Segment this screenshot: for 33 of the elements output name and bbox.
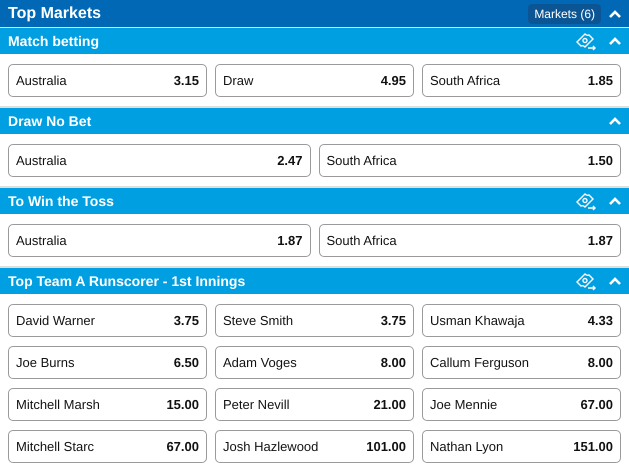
- page-title: Top Markets: [8, 4, 102, 22]
- cash-out-icon[interactable]: [575, 271, 597, 291]
- odds-button[interactable]: Josh Hazlewood 101.00: [215, 430, 414, 463]
- odds-button[interactable]: Draw 4.95: [215, 64, 414, 97]
- collapse-icon[interactable]: [609, 37, 621, 45]
- odds-button[interactable]: South Africa 1.85: [422, 64, 621, 97]
- odds-button[interactable]: Joe Mennie 67.00: [422, 388, 621, 421]
- collapse-icon[interactable]: [609, 277, 621, 285]
- odds-button[interactable]: Australia 3.15: [8, 64, 207, 97]
- odds-button[interactable]: Joe Burns 6.50: [8, 346, 207, 379]
- collapse-icon[interactable]: [609, 10, 621, 18]
- odds-button[interactable]: Mitchell Marsh 15.00: [8, 388, 207, 421]
- section-title: Draw No Bet: [8, 113, 92, 129]
- section-title: Match betting: [8, 33, 100, 49]
- odds-button[interactable]: Peter Nevill 21.00: [215, 388, 414, 421]
- odds-button[interactable]: South Africa 1.87: [318, 224, 621, 257]
- odds-button[interactable]: South Africa 1.50: [318, 144, 621, 177]
- cash-out-icon[interactable]: [575, 31, 597, 51]
- collapse-icon[interactable]: [609, 197, 621, 205]
- odds-button[interactable]: Mitchell Starc 67.00: [8, 430, 207, 463]
- collapse-icon[interactable]: [609, 117, 621, 125]
- section-title: To Win the Toss: [8, 193, 115, 209]
- odds-button[interactable]: Steve Smith 3.75: [215, 304, 414, 337]
- odds-button[interactable]: Nathan Lyon 151.00: [422, 430, 621, 463]
- odds-button[interactable]: David Warner 3.75: [8, 304, 207, 337]
- odds-button[interactable]: Australia 1.87: [8, 224, 310, 257]
- section-title: Top Team A Runscorer - 1st Innings: [8, 273, 246, 289]
- cash-out-icon[interactable]: [575, 191, 597, 211]
- odds-button[interactable]: Usman Khawaja 4.33: [422, 304, 621, 337]
- odds-button[interactable]: Australia 2.47: [8, 144, 310, 177]
- odds-button[interactable]: Adam Voges 8.00: [215, 346, 414, 379]
- odds-button[interactable]: Callum Ferguson 8.00: [422, 346, 621, 379]
- markets-button[interactable]: Markets (6): [528, 4, 601, 24]
